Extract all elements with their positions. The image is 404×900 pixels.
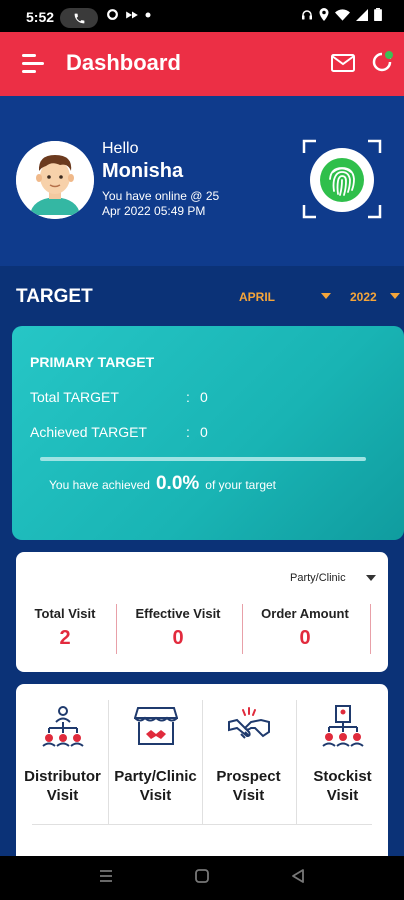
handshake-icon (227, 707, 270, 739)
fingerprint-attendance-button[interactable] (302, 139, 382, 219)
target-section: TARGET APRIL 2022 PRIMARY TARGET Total T… (0, 266, 404, 856)
primary-target-title: PRIMARY TARGET (30, 354, 155, 370)
battery-icon (374, 8, 382, 21)
distributor-icon (41, 706, 84, 747)
achievement-summary: You have achieved 0.0% of your target (49, 473, 276, 495)
whatsapp-icon (107, 9, 118, 20)
stat-value: 0 (172, 627, 184, 649)
visit-filter-dropdown[interactable]: Party/Clinic (290, 572, 346, 584)
stat-value: 0 (299, 627, 311, 649)
menu-label-line: Distributor (24, 768, 101, 785)
menu-label: Stockist Visit (296, 767, 388, 805)
menu-label: Distributor Visit (16, 767, 109, 805)
home-icon[interactable] (194, 868, 210, 884)
total-visit-stat[interactable]: Total Visit 2 (24, 606, 106, 652)
visit-summary-card: Party/Clinic Total Visit 2 Effective Vis… (16, 552, 388, 672)
menu-label-line: Prospect (216, 768, 281, 785)
divider (116, 604, 117, 654)
stat-label: Total Visit (34, 606, 96, 621)
notification-icons (106, 8, 151, 21)
stockist-visit-button[interactable]: Stockist Visit (296, 700, 388, 824)
primary-target-card: PRIMARY TARGET Total TARGET : 0 Achieved… (12, 326, 404, 540)
fingerprint-icon (320, 158, 364, 202)
row-divider (32, 824, 372, 825)
signal-icon (356, 8, 368, 21)
stat-label: Effective Visit (135, 606, 221, 621)
target-heading: TARGET (16, 286, 93, 307)
effective-visit-stat[interactable]: Effective Visit 0 (122, 606, 234, 652)
achieved-target-value: 0 (200, 424, 208, 440)
year-value: 2022 (350, 290, 377, 304)
dot-icon (145, 12, 151, 17)
location-icon (319, 8, 329, 21)
headset-icon (302, 9, 312, 19)
shop-icon (133, 707, 178, 745)
achieved-percent: 0.0% (155, 473, 200, 494)
page-title: Dashboard (66, 50, 181, 75)
ongoing-call-pill[interactable] (60, 8, 98, 28)
chevron-down-icon[interactable] (366, 575, 376, 581)
online-line-2: Apr 2022 05:49 PM (102, 204, 206, 218)
menu-label-line: Visit (326, 787, 359, 804)
divider (242, 604, 243, 654)
menu-label-line: Visit (139, 787, 172, 804)
online-line-1: You have online @ 25 (102, 189, 220, 203)
online-status: You have online @ 25 Apr 2022 05:49 PM (102, 189, 242, 219)
total-target-value: 0 (200, 389, 208, 405)
separator: : (186, 424, 190, 440)
distributor-visit-button[interactable]: Distributor Visit (16, 700, 109, 824)
menu-label: Prospect Visit (202, 767, 295, 805)
status-time: 5:52 (26, 9, 55, 25)
sync-status-icon[interactable] (370, 50, 394, 76)
visit-menu-grid: Distributor Visit Party/Clinic Visit Pro… (16, 684, 388, 856)
back-icon[interactable] (290, 868, 306, 884)
month-dropdown[interactable]: APRIL (239, 288, 331, 306)
menu-label-line: Visit (46, 787, 79, 804)
party-clinic-visit-button[interactable]: Party/Clinic Visit (109, 700, 202, 824)
avatar (16, 141, 94, 219)
greeting: Hello (102, 140, 139, 157)
menu-label-line: Party/Clinic (114, 768, 197, 785)
menu-label-line: Visit (232, 787, 265, 804)
year-dropdown[interactable]: 2022 (350, 288, 400, 306)
mail-icon[interactable] (331, 54, 355, 72)
separator: : (186, 389, 190, 405)
stockist-icon (321, 705, 364, 747)
prospect-visit-button[interactable]: Prospect Visit (202, 700, 295, 824)
stat-value: 2 (59, 627, 71, 649)
achieved-suffix: of your target (205, 478, 277, 492)
chevron-down-icon (321, 293, 331, 299)
system-icons (301, 8, 382, 21)
recent-apps-icon[interactable] (98, 868, 114, 884)
stat-label: Order Amount (261, 606, 349, 621)
achieved-target-label: Achieved TARGET (30, 424, 147, 440)
system-navigation-bar (0, 856, 404, 900)
system-status-bar: 5:52 (0, 0, 404, 32)
menu-label: Party/Clinic Visit (109, 767, 202, 805)
divider (370, 604, 371, 654)
achieved-prefix: You have achieved (49, 478, 150, 492)
user-avatar-icon (16, 141, 94, 219)
hamburger-menu-icon[interactable] (22, 54, 44, 74)
profile-header: Hello Monisha You have online @ 25 Apr 2… (0, 96, 404, 266)
app-bar: Dashboard (0, 32, 404, 96)
month-value: APRIL (239, 290, 275, 304)
order-amount-stat[interactable]: Order Amount 0 (250, 606, 360, 652)
wifi-icon (335, 8, 350, 21)
target-progress-bar (40, 457, 366, 461)
media-icon (126, 11, 138, 18)
user-name: Monisha (102, 160, 184, 182)
menu-label-line: Stockist (313, 768, 372, 785)
chevron-down-icon (390, 293, 400, 299)
phone-icon (74, 13, 84, 23)
total-target-label: Total TARGET (30, 389, 119, 405)
